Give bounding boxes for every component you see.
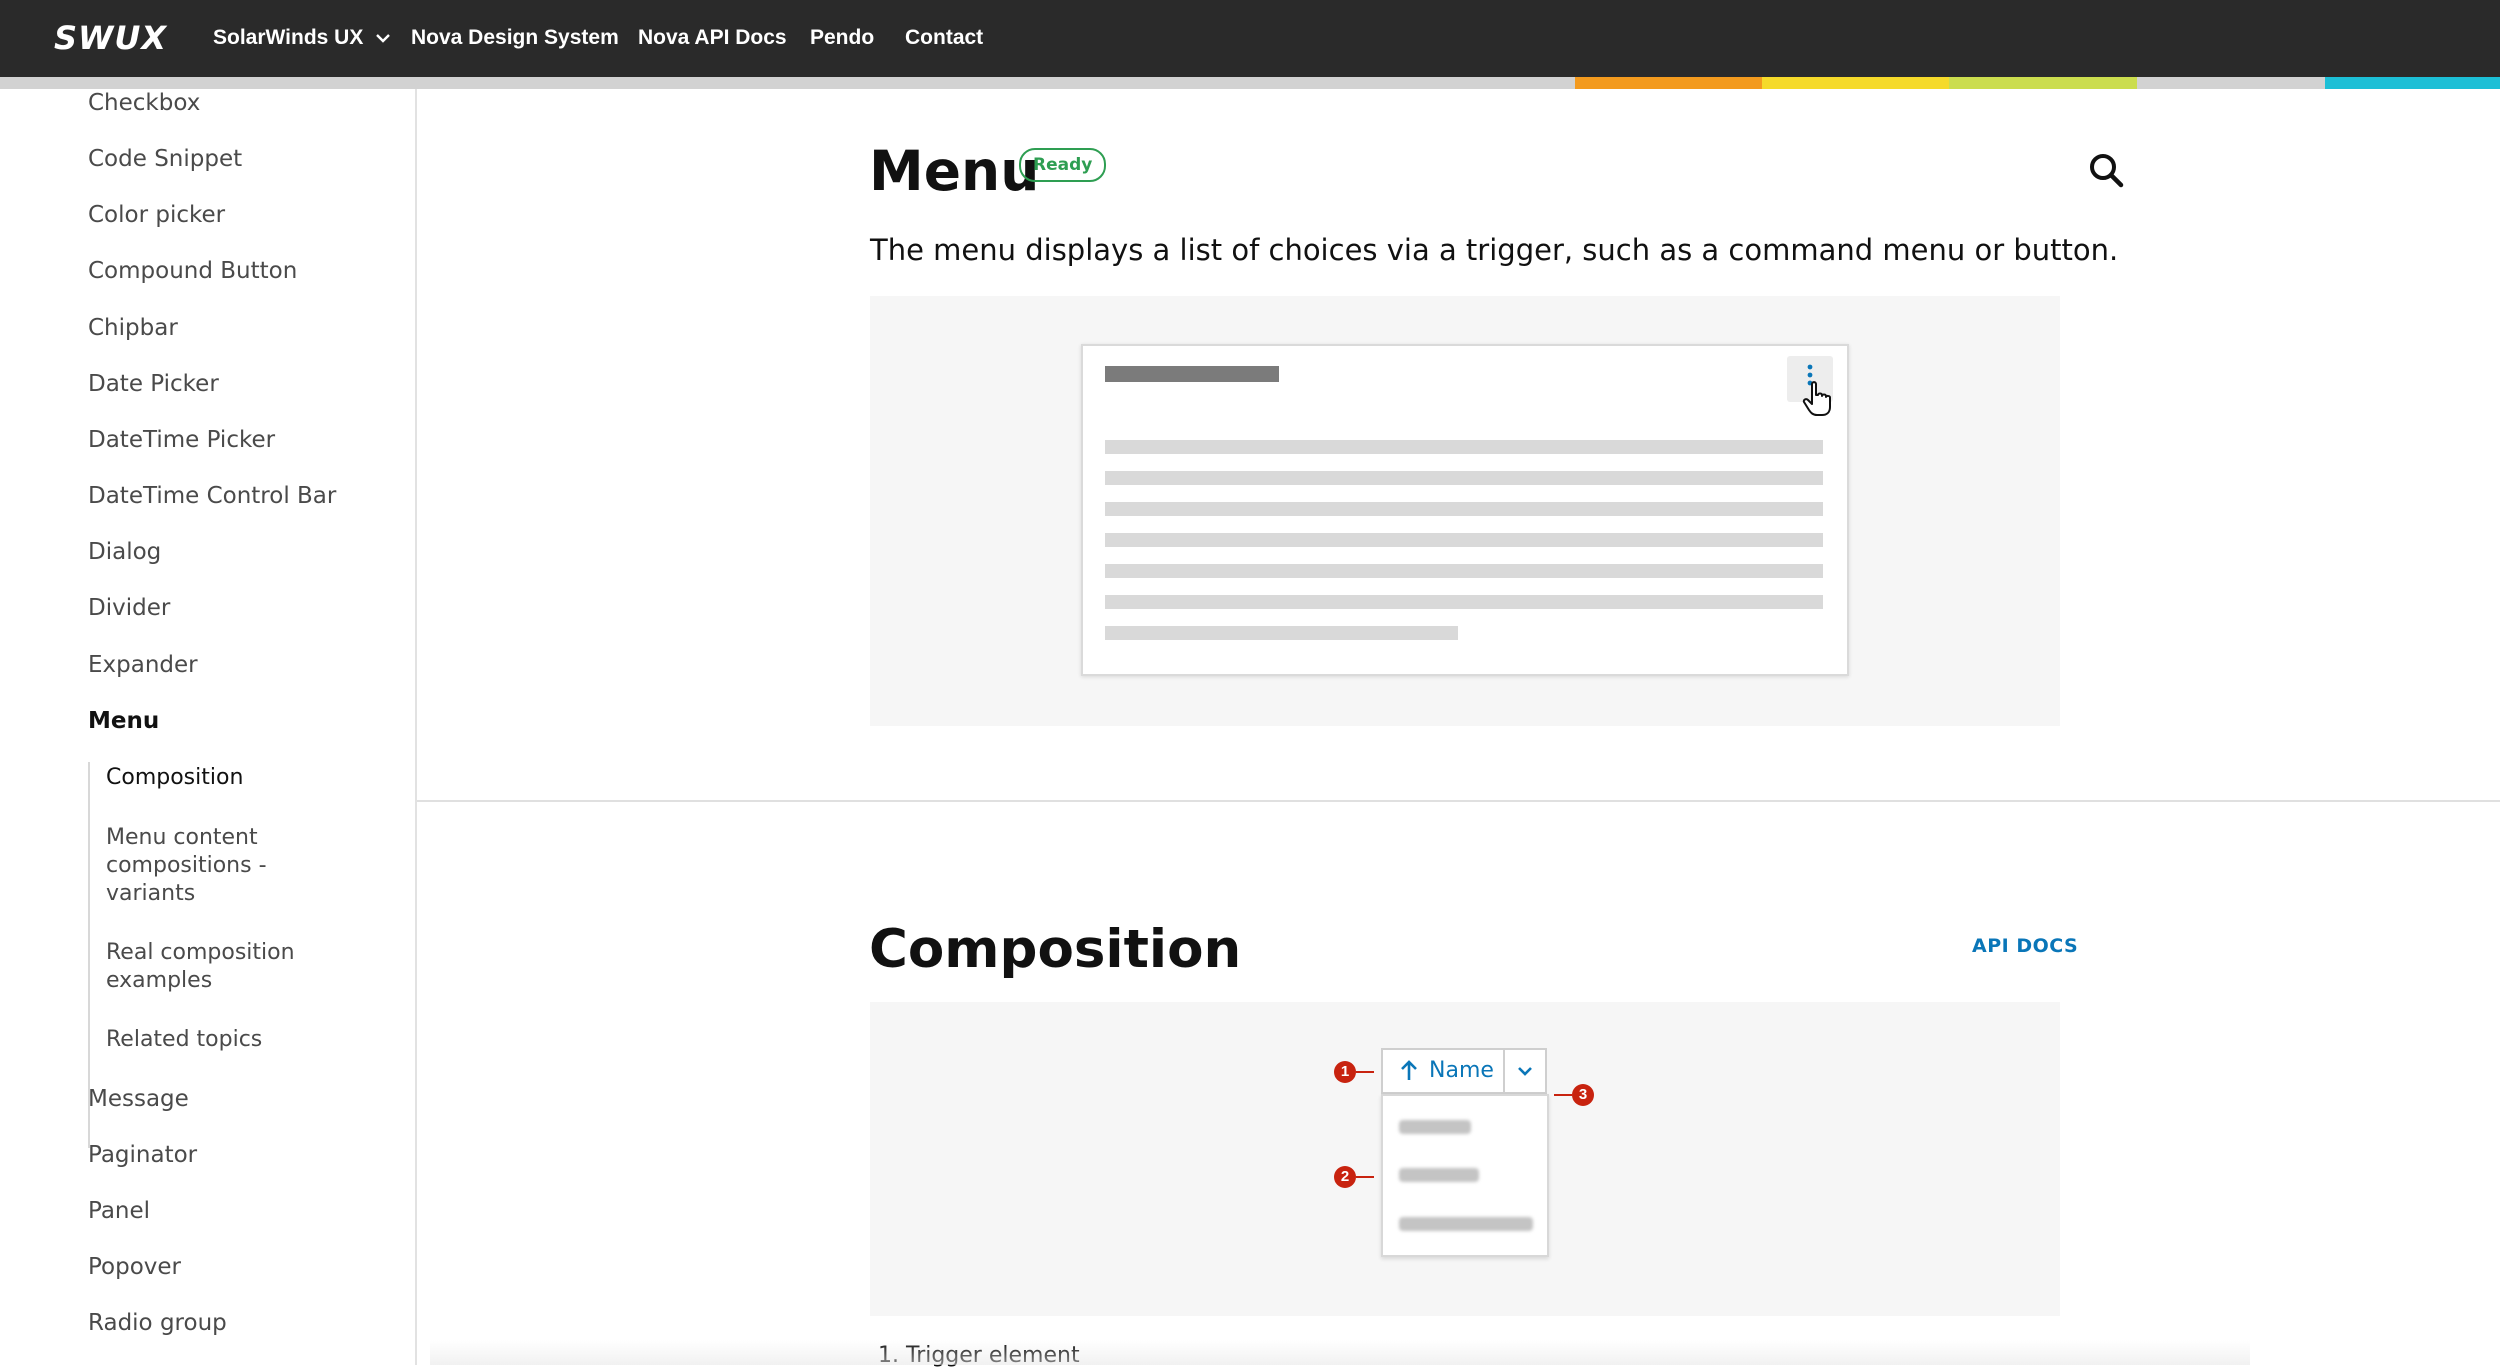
- section-divider: [417, 800, 2500, 802]
- sidebar-item-color-picker[interactable]: Color picker: [88, 201, 225, 229]
- callout-connector: [1356, 1071, 1374, 1073]
- trigger-label: Name: [1429, 1058, 1494, 1083]
- sidebar-item-panel[interactable]: Panel: [88, 1197, 150, 1225]
- placeholder-line: [1105, 533, 1823, 547]
- sidebar-item-datetime-picker[interactable]: DateTime Picker: [88, 426, 275, 454]
- sidebar-item-expander[interactable]: Expander: [88, 651, 198, 679]
- sidebar-item-checkbox[interactable]: Checkbox: [88, 89, 200, 117]
- section-title-composition: Composition: [869, 919, 1242, 980]
- page-description: The menu displays a list of choices via …: [870, 233, 2119, 267]
- sidebar-item-compound-button[interactable]: Compound Button: [88, 257, 297, 285]
- status-badge: Ready: [1019, 148, 1107, 182]
- sidebar-subitem-related-topics[interactable]: Related topics: [106, 1026, 336, 1054]
- api-docs-link[interactable]: API DOCS: [1972, 935, 2078, 957]
- trigger-dropdown-button[interactable]: [1505, 1050, 1545, 1092]
- sidebar-item-message[interactable]: Message: [88, 1085, 189, 1113]
- composition-list-item: 1. Trigger element: [878, 1343, 1080, 1368]
- nav-item-nova-design-system[interactable]: Nova Design System: [411, 24, 619, 52]
- placeholder-line: [1105, 595, 1823, 609]
- placeholder-line: [1105, 564, 1823, 578]
- sort-trigger-button[interactable]: Name: [1383, 1050, 1503, 1092]
- menu-dropdown-list: [1381, 1094, 1549, 1257]
- stripe-orange: [1575, 77, 1762, 89]
- sidebar-item-date-picker[interactable]: Date Picker: [88, 370, 219, 398]
- placeholder-line: [1105, 626, 1458, 640]
- callout-badge-2: 2: [1334, 1166, 1356, 1188]
- scroll-fade: [430, 1340, 2250, 1365]
- placeholder-line: [1105, 471, 1823, 485]
- callout-badge-1: 1: [1334, 1061, 1356, 1083]
- sidebar-item-menu[interactable]: Menu: [88, 707, 159, 735]
- page-title: Menu: [869, 139, 1040, 203]
- sidebar-subitem-real-examples[interactable]: Real composition examples: [106, 939, 336, 995]
- sidebar-item-popover[interactable]: Popover: [88, 1253, 181, 1281]
- blurred-menu-item: [1399, 1217, 1533, 1231]
- menu-illustration-card: [1081, 344, 1849, 676]
- sidebar-item-divider[interactable]: Divider: [88, 594, 170, 622]
- sidebar-item-radio-group[interactable]: Radio group: [88, 1309, 227, 1337]
- search-icon[interactable]: [2086, 150, 2126, 190]
- callout-connector: [1554, 1094, 1572, 1096]
- sidebar-item-chipbar[interactable]: Chipbar: [88, 314, 178, 342]
- chevron-down-icon: [375, 24, 391, 52]
- component-sidebar: Checkbox Code Snippet Color picker Compo…: [0, 89, 417, 1365]
- nav-item-nova-api-docs[interactable]: Nova API Docs: [638, 24, 787, 52]
- illustration-title-placeholder: [1105, 366, 1279, 382]
- sidebar-subitem-content-variants[interactable]: Menu content compositions - variants: [106, 824, 336, 908]
- nav-item-pendo[interactable]: Pendo: [810, 24, 874, 52]
- menu-trigger-split-button: Name: [1381, 1048, 1547, 1094]
- arrow-up-icon: [1399, 1059, 1419, 1088]
- chevron-down-icon: [1516, 1064, 1534, 1083]
- stripe-lime: [1949, 77, 2137, 89]
- placeholder-line: [1105, 440, 1823, 454]
- blurred-menu-item: [1399, 1120, 1471, 1134]
- sidebar-item-paginator[interactable]: Paginator: [88, 1141, 197, 1169]
- nav-label: SolarWinds UX: [213, 26, 364, 49]
- sidebar-subitem-composition[interactable]: Composition: [106, 764, 336, 792]
- blurred-menu-item: [1399, 1168, 1479, 1182]
- nav-item-solarwinds-ux[interactable]: SolarWinds UX: [213, 24, 391, 52]
- callout-connector: [1356, 1176, 1374, 1178]
- stripe-yellow: [1762, 77, 1949, 89]
- placeholder-line: [1105, 502, 1823, 516]
- sidebar-item-datetime-control-bar[interactable]: DateTime Control Bar: [88, 482, 336, 510]
- sidebar-item-dialog[interactable]: Dialog: [88, 538, 161, 566]
- brand-color-stripe: [0, 77, 2500, 89]
- stripe-cyan: [2325, 77, 2500, 89]
- nav-item-contact[interactable]: Contact: [905, 24, 983, 52]
- sidebar-item-code-snippet[interactable]: Code Snippet: [88, 145, 242, 173]
- hand-pointer-icon: [1801, 380, 1835, 423]
- callout-badge-3: 3: [1572, 1084, 1594, 1106]
- swux-logo[interactable]: SWUX: [54, 19, 167, 57]
- top-navigation-bar: SWUX SolarWinds UX Nova Design System No…: [0, 0, 2500, 77]
